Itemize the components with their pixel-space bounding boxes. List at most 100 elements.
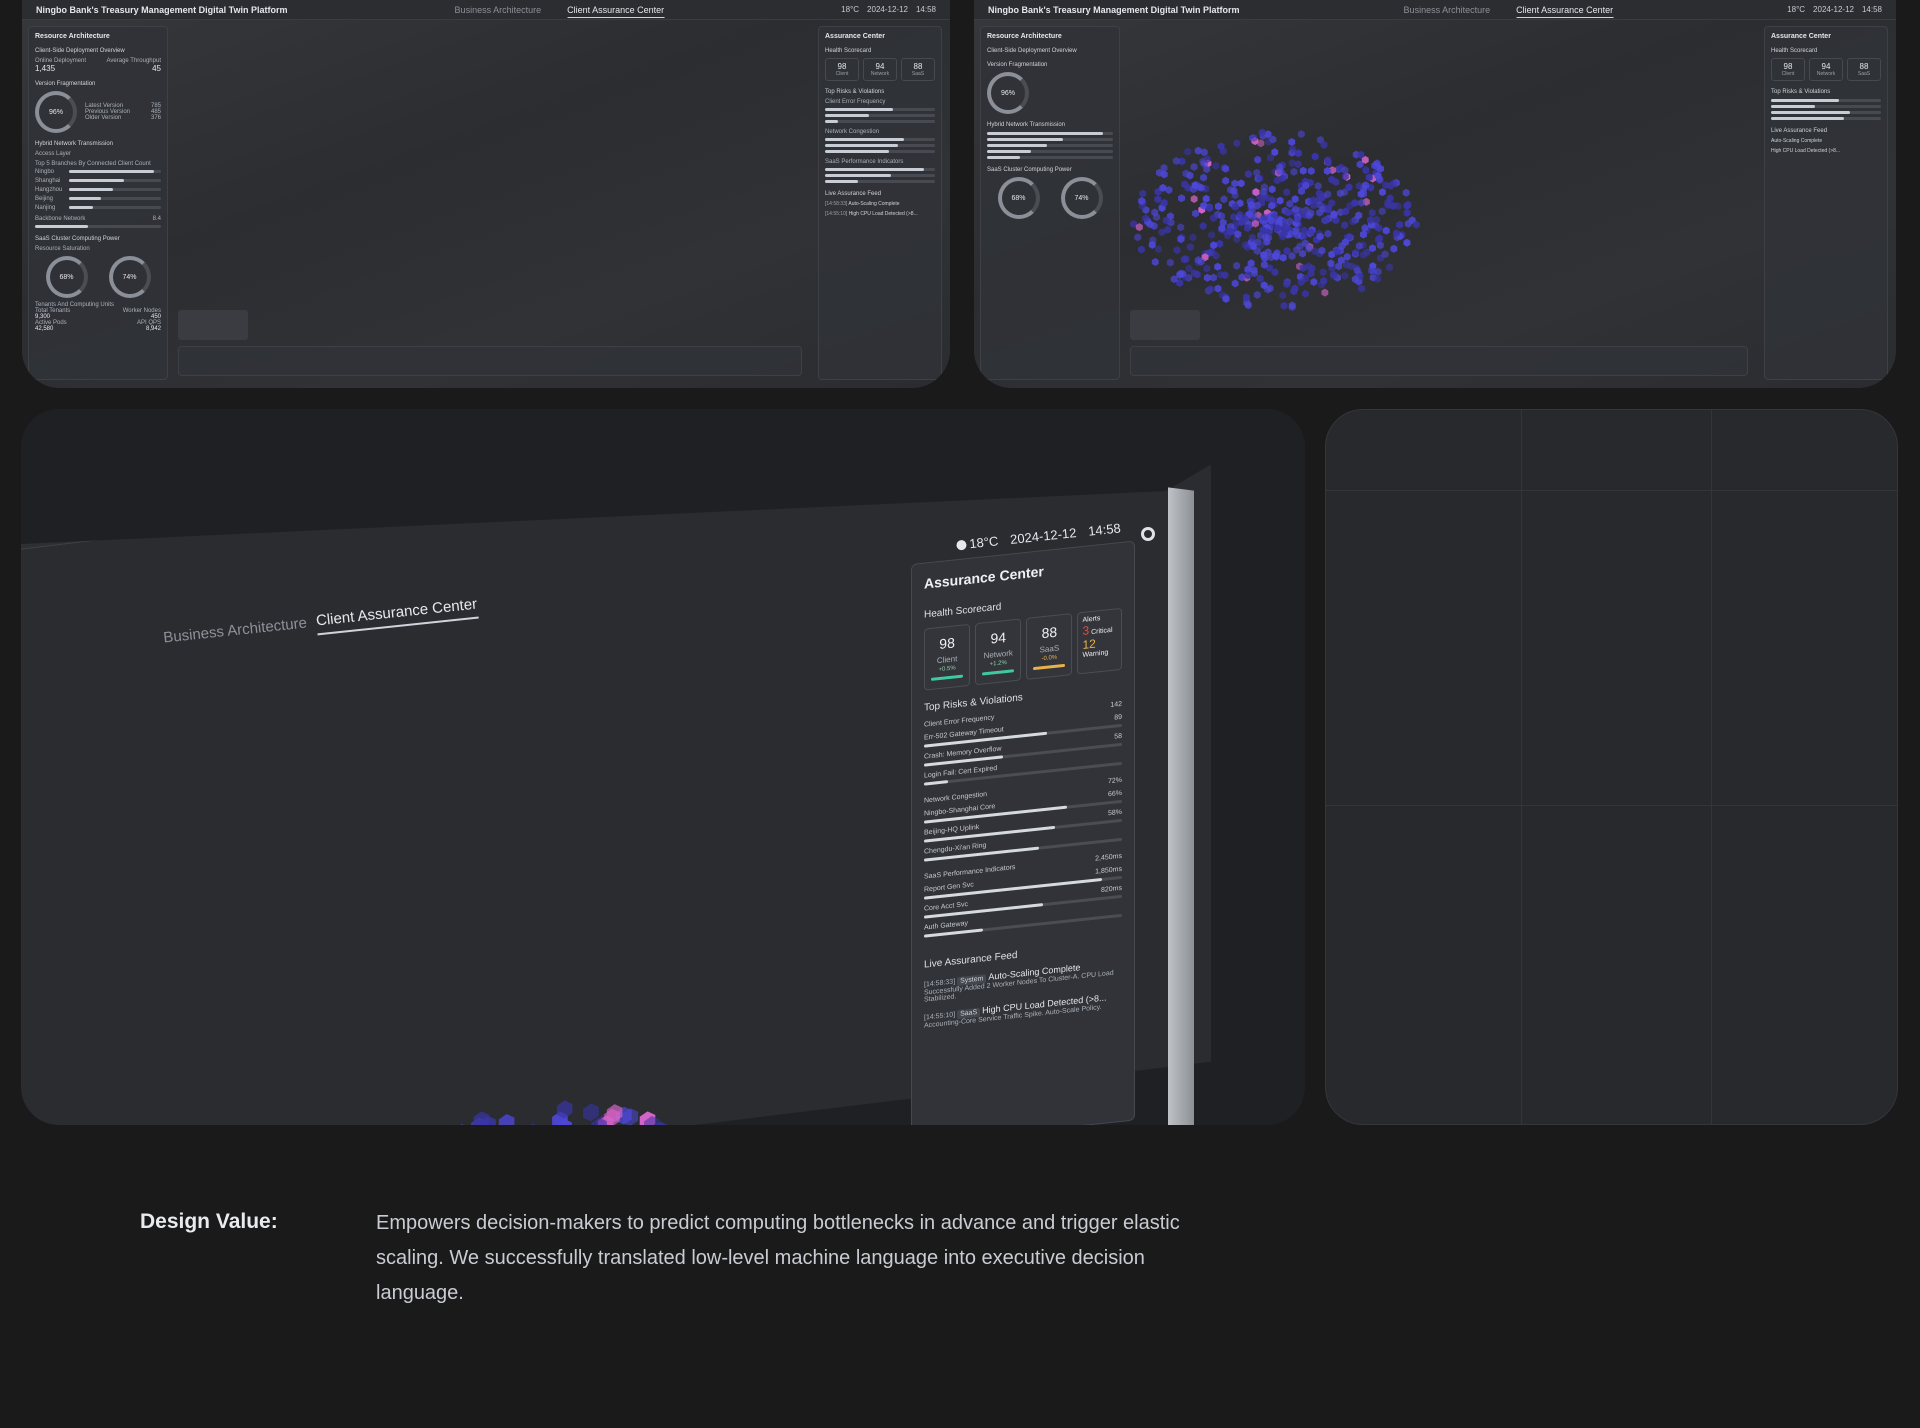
version-label: Older Version — [85, 115, 122, 121]
heat-cell — [1190, 195, 1198, 203]
heat-cell — [1220, 195, 1228, 204]
heat-cell — [1283, 188, 1291, 197]
heat-cell — [1189, 233, 1197, 242]
access-layer-label: Access Layer — [35, 151, 72, 157]
heat-cell — [1254, 155, 1262, 164]
metric-value: 89 — [1114, 713, 1122, 722]
feed-item[interactable]: [14:55:10] High CPU Load Detected (>8... — [825, 211, 935, 217]
metric-value: 58% — [1107, 808, 1122, 818]
heat-cell — [1231, 279, 1239, 288]
heat-cell — [1233, 261, 1241, 270]
heat-cell — [1386, 263, 1393, 272]
score-network[interactable]: 94 Network — [1809, 58, 1843, 81]
tab-business-architecture[interactable]: Business Architecture — [455, 5, 542, 18]
heat-cell — [1279, 291, 1287, 300]
branch-bar — [69, 206, 161, 209]
saas-title: SaaS Performance Indicators — [825, 159, 904, 165]
tab-business-architecture[interactable]: Business Architecture — [1404, 5, 1491, 18]
heat-cell — [1402, 188, 1410, 197]
score-saas[interactable]: 88 SaaS — [901, 58, 935, 81]
score-saas[interactable]: 88 SaaS — [1847, 58, 1881, 81]
heat-cell — [1374, 267, 1382, 276]
heat-cell — [1324, 229, 1332, 238]
heat-cell — [1200, 148, 1208, 157]
heat-cell — [1301, 289, 1309, 298]
heat-cell — [1403, 208, 1411, 217]
health-scorecard-title: Health Scorecard — [825, 48, 872, 54]
client-error-title: Client Error Frequency — [825, 99, 886, 105]
version-fragmentation-title: Version Fragmentation — [987, 62, 1048, 68]
dashboard-screenshot-heatmap: Ningbo Bank's Treasury Management Digita… — [974, 0, 1896, 388]
saturation-ring: 68% — [997, 177, 1040, 219]
heat-cell — [1138, 245, 1145, 254]
status-bar: 18°C 2024-12-12 14:58 — [1787, 5, 1882, 14]
monitor-frame-edge — [1168, 487, 1194, 1125]
heat-cell — [1390, 244, 1398, 253]
heat-cell — [1280, 301, 1288, 310]
tab-client-assurance-center[interactable]: Client Assurance Center — [1516, 5, 1614, 18]
heat-cell — [1202, 194, 1210, 203]
panel-title: Assurance Center — [825, 33, 885, 40]
time: 14:58 — [1861, 5, 1882, 14]
congestion-title: Network Congestion — [924, 791, 988, 805]
assurance-center-panel: Assurance Center Health Scorecard 98 Clie… — [911, 540, 1135, 1125]
app-title: Ningbo Bank's Treasury Management Digita… — [988, 5, 1240, 15]
score-network[interactable]: 94 Network +1.2% — [975, 618, 1022, 686]
tab-client-assurance-center[interactable]: Client Assurance Center — [567, 5, 665, 18]
feed-item[interactable]: High CPU Load Detected (>8... — [1771, 148, 1881, 154]
heat-cell — [1276, 196, 1284, 205]
backbone-bar — [35, 225, 161, 228]
score-client[interactable]: 98 Client — [1771, 58, 1805, 81]
alerts-box[interactable]: Alerts 3 Critical 12 Warning — [1077, 607, 1123, 675]
nav-tabs: Business Architecture Client Assurance C… — [455, 5, 665, 18]
heat-cell — [1172, 157, 1180, 165]
health-scorecard-title: Health Scorecard — [1771, 48, 1818, 54]
dashboard-screenshot-empty: Ningbo Bank's Treasury Management Digita… — [22, 0, 950, 388]
design-value-text: Empowers decision-makers to predict comp… — [376, 1212, 1180, 1304]
empty-canvas-card — [1325, 409, 1898, 1125]
section-title: Client-Side Deployment Overview — [35, 48, 125, 54]
heat-cell — [1165, 186, 1173, 194]
heat-cell — [1190, 162, 1198, 171]
time: 14:58 — [915, 5, 936, 14]
monitor-mockup: Business Architecture Client Assurance C… — [21, 409, 1305, 1125]
heat-cell — [1311, 152, 1319, 161]
heat-cell — [1210, 273, 1217, 282]
branch-row: Beijing — [35, 194, 161, 203]
timeline-bar[interactable] — [178, 346, 802, 376]
heat-cell — [498, 1114, 515, 1125]
branch-bar — [69, 179, 161, 182]
grid-line — [1521, 410, 1522, 1124]
heat-cell — [1194, 146, 1202, 155]
heat-cell — [1297, 130, 1305, 139]
heat-cell — [583, 1103, 599, 1122]
branch-label: Shanghai — [35, 177, 61, 184]
heat-cell — [1214, 262, 1222, 271]
saturation-ring: 74% — [108, 256, 151, 298]
timeline-bar[interactable] — [1130, 346, 1748, 376]
score-client[interactable]: 98 Client — [825, 58, 859, 81]
backbone-label: Backbone Network — [35, 216, 86, 222]
health-scorecard: 98 Client +0.5% 94 Network +1.2% 88 SaaS -0.0%… — [924, 607, 1123, 691]
sun-icon — [955, 539, 967, 551]
congestion-title: Network Congestion — [825, 129, 880, 135]
heat-cell — [1307, 167, 1315, 175]
heat-cell — [1256, 274, 1264, 283]
score-client[interactable]: 98 Client +0.5% — [924, 623, 971, 691]
map-legend — [1130, 310, 1200, 340]
score-network[interactable]: 94 Network — [863, 58, 897, 81]
heat-cell — [1151, 258, 1159, 266]
feed-item[interactable]: Auto-Scaling Complete — [1771, 138, 1881, 144]
feed-item[interactable]: [14:58:33] Auto-Scaling Complete — [825, 201, 935, 207]
assurance-center-panel: Assurance Center Health Scorecard 98 Clie… — [1764, 26, 1888, 380]
gear-icon[interactable] — [1141, 527, 1155, 541]
section-title: Hybrid Network Transmission — [35, 141, 114, 147]
resource-architecture-panel: Resource Architecture Client-Side Deploy… — [980, 26, 1120, 380]
warning-count: 12 — [1082, 636, 1096, 652]
heat-cell — [1200, 173, 1207, 182]
branch-bar — [69, 188, 161, 191]
heat-cell — [1299, 166, 1307, 175]
resource-saturation-label: Resource Saturation — [35, 246, 90, 252]
heat-cell — [1396, 220, 1404, 229]
score-saas[interactable]: 88 SaaS -0.0% — [1026, 613, 1073, 680]
